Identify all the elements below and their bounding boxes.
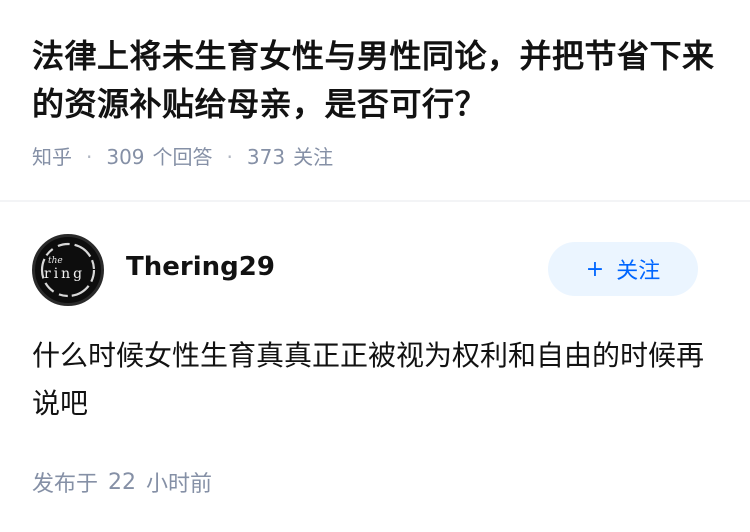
post-time-value: 22 xyxy=(108,469,137,495)
post-time-prefix: 发布于 xyxy=(32,472,99,497)
svg-text:the: the xyxy=(48,256,63,266)
author-row: the ring Thering29 + 关注 xyxy=(32,234,722,306)
answer-count-label: 个回答 xyxy=(152,145,213,169)
answer-count: 309 xyxy=(106,145,145,169)
plus-icon: + xyxy=(585,256,605,282)
post-time: 发布于 22 小时前 xyxy=(32,466,212,498)
follow-button[interactable]: + 关注 xyxy=(548,242,698,296)
answer-content[interactable]: 什么时候女性生育真真正正被视为权利和自由的时候再说吧 xyxy=(32,332,712,428)
author-name[interactable]: Thering29 xyxy=(126,252,275,282)
question-header: 法律上将未生育女性与男性同论，并把节省下来的资源补贴给母亲，是否可行？ 知乎 ·… xyxy=(32,32,722,170)
svg-text:ring: ring xyxy=(44,266,85,282)
meta-separator: · xyxy=(226,145,233,169)
question-title[interactable]: 法律上将未生育女性与男性同论，并把节省下来的资源补贴给母亲，是否可行？ xyxy=(32,32,722,128)
follow-button-label: 关注 xyxy=(616,259,661,284)
follower-count: 373 xyxy=(246,145,286,169)
source-label[interactable]: 知乎 xyxy=(32,144,72,170)
meta-separator: · xyxy=(86,145,93,169)
the-ring-logo-icon: the ring xyxy=(40,242,96,298)
avatar[interactable]: the ring xyxy=(32,234,104,306)
follower-count-label: 关注 xyxy=(293,145,334,169)
section-divider xyxy=(0,200,750,202)
post-time-unit: 小时前 xyxy=(146,472,213,497)
question-meta: 知乎 · 309 个回答 · 373 关注 xyxy=(32,144,722,170)
